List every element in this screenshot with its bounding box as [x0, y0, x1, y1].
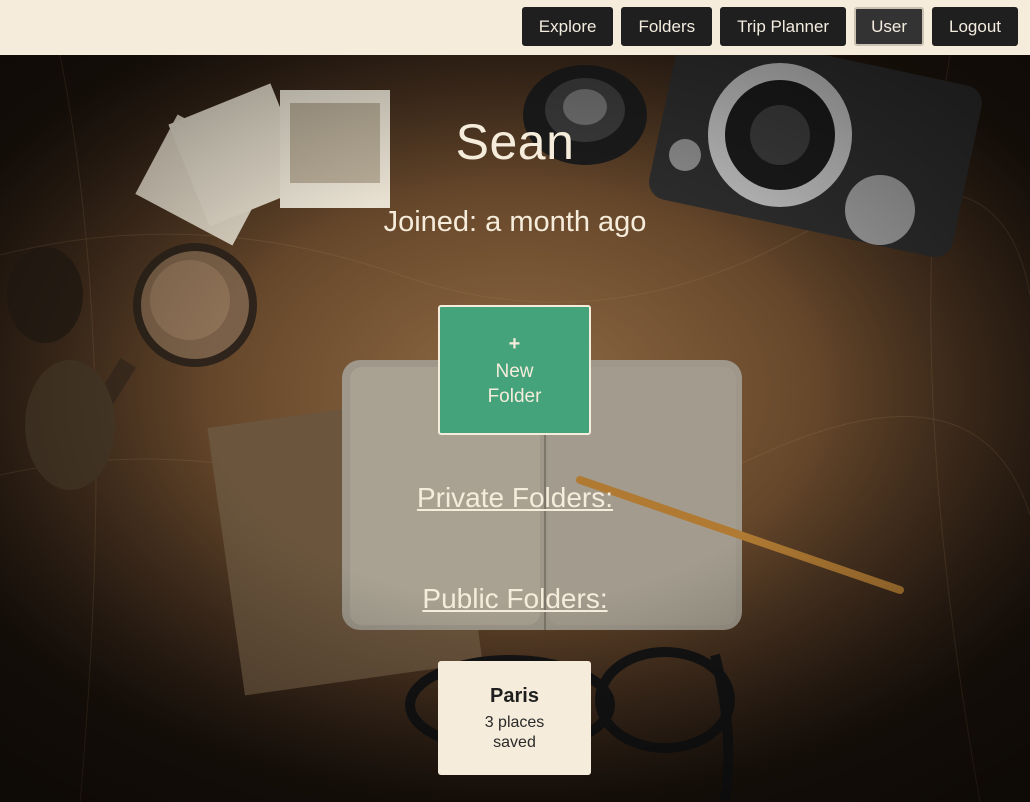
profile-name: Sean	[455, 114, 575, 170]
nav-folders-button[interactable]: Folders	[621, 7, 713, 46]
top-navbar: Explore Folders Trip Planner User Logout	[0, 0, 1030, 55]
nav-logout-button[interactable]: Logout	[932, 7, 1018, 46]
new-folder-label: New Folder	[487, 360, 542, 407]
nav-user-button[interactable]: User	[854, 7, 924, 46]
profile-content: Sean Joined: a month ago + New Folder Pr…	[0, 55, 1030, 802]
joined-date: Joined: a month ago	[383, 206, 647, 238]
nav-trip-planner-button[interactable]: Trip Planner	[720, 7, 847, 46]
private-folders-link[interactable]: Private Folders:	[0, 482, 1030, 514]
nav-explore-button[interactable]: Explore	[521, 7, 614, 46]
new-folder-button[interactable]: + New Folder	[438, 305, 591, 435]
folder-name: Paris	[490, 685, 539, 707]
folder-card-paris[interactable]: Paris 3 places saved	[438, 661, 591, 775]
nav-menu: Explore Folders Trip Planner User Logout	[521, 7, 1018, 46]
public-folders-link[interactable]: Public Folders:	[0, 583, 1030, 615]
plus-icon: +	[508, 332, 521, 355]
folder-place-count: 3 places saved	[484, 714, 545, 751]
